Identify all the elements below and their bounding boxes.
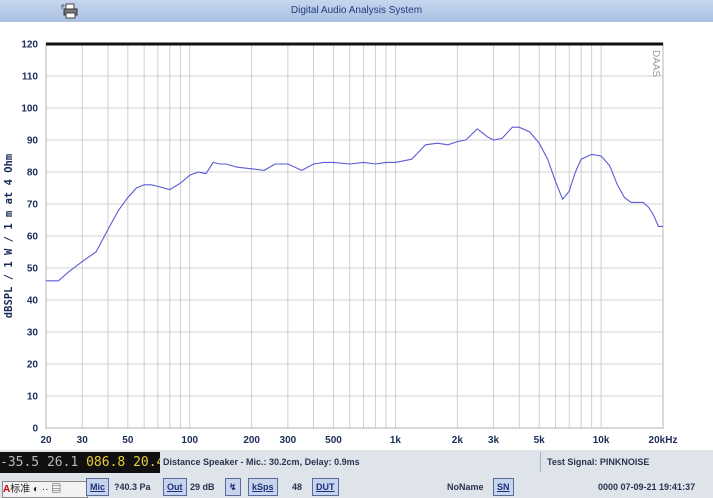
y-tick-label: 110 [22,72,39,83]
x-tick-label: 500 [325,435,342,446]
y-tick-label: 80 [27,168,39,179]
level-display: -35.5 26.1 086.8 20.4 [0,452,160,473]
test-signal-info: Test Signal: PINKNOISE [547,457,650,467]
output-level-value: 29 dB [190,482,215,492]
ksps-button[interactable]: kSps [248,478,278,496]
ime-mode-label: 标准 [10,484,31,495]
y-tick-label: 70 [27,200,39,211]
y-tick-label: 30 [27,328,39,339]
y-tick-label: 10 [27,392,39,403]
mic-button[interactable]: Mic [86,478,110,496]
datetime-value: 0000 07-09-21 19:41:37 [598,482,696,492]
x-tick-label: 20kHz [649,435,678,446]
x-tick-label: 2k [452,435,464,446]
y-tick-label: 100 [21,104,38,115]
watermark-label: DAAS [650,50,661,78]
y-tick-label: 40 [27,296,39,307]
y-tick-label: 60 [27,232,39,243]
y-tick-label: 0 [32,424,38,435]
y-tick-label: 20 [27,360,39,371]
y-axis-label: dBSPL / 1 W / 1 m at 4 Ohm [3,154,15,318]
x-tick-label: 5k [534,435,546,446]
x-tick-label: 1k [390,435,402,446]
x-tick-label: 10k [593,435,610,446]
dut-button[interactable]: DUT [312,478,339,496]
out-button[interactable]: Out [163,478,187,496]
x-tick-label: 20 [40,435,52,446]
lcd-left-readout: -35.5 26.1 [0,455,79,470]
dut-name-value: NoName [447,482,484,492]
divider [540,452,541,472]
x-tick-label: 3k [488,435,500,446]
lcd-right-readout: 086.8 20.4 [86,455,160,470]
sn-button[interactable]: SN [493,478,514,496]
title-bar: P Digital Audio Analysis System [0,0,713,23]
y-tick-label: 50 [27,264,39,275]
x-tick-label: 30 [77,435,89,446]
status-area: -35.5 26.1 086.8 20.4 Distance Speaker -… [0,450,713,498]
y-tick-label: 120 [21,40,38,51]
frequency-response-chart: 0 10 20 30 40 50 60 70 80 90 100 110 120 20 30 50 100 200… [3,40,678,447]
x-tick-label: 200 [243,435,260,446]
pressure-value: ?40.3 Pa [114,482,151,492]
window-title: Digital Audio Analysis System [290,5,423,16]
signal-icon[interactable]: ↯ [225,478,241,496]
sample-rate-value: 48 [292,482,303,492]
x-tick-label: 100 [181,435,198,446]
ime-moon-icon: ◐ ·· ▤ [30,484,62,495]
ime-toolbar[interactable]: A标准 ◐ ·· ▤ [2,481,88,498]
distance-info: Distance Speaker - Mic.: 30.2cm, Delay: … [163,457,360,467]
chart-area: 0 10 20 30 40 50 60 70 80 90 100 110 120 20 30 50 100 200… [0,22,713,450]
y-tick-label: 90 [27,136,39,147]
x-tick-label: 300 [280,435,297,446]
x-tick-label: 50 [122,435,134,446]
